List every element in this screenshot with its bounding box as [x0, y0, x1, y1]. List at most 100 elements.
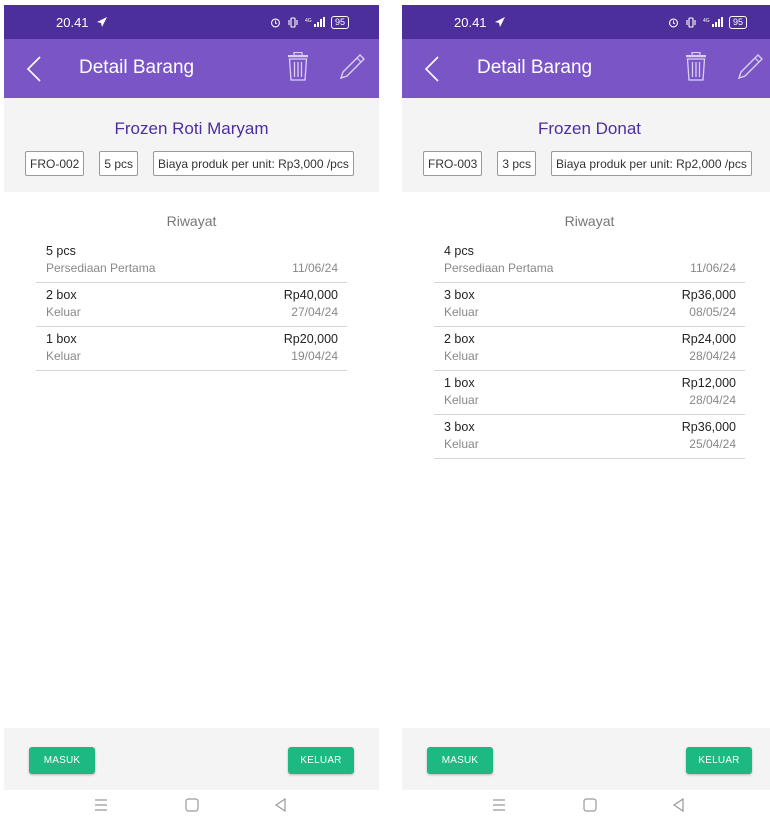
vibrate-icon	[686, 16, 696, 28]
history-kind: Persediaan Pertama	[444, 261, 554, 275]
history-amount: Rp20,000	[283, 332, 338, 346]
history-kind: Keluar	[444, 349, 479, 363]
product-name: Frozen Roti Maryam	[114, 119, 269, 138]
history-list: 5 pcs Persediaan Pertama 11/06/24 2 box …	[36, 239, 347, 371]
menu-lines-icon[interactable]	[488, 794, 510, 816]
product-name: Frozen Donat	[538, 119, 641, 138]
product-chips: FRO-003 3 pcs Biaya produk per unit: Rp2…	[423, 151, 752, 176]
history-qty: 3 box	[444, 420, 475, 434]
product-code-chip: FRO-002	[25, 151, 85, 176]
history-kind: Persediaan Pertama	[46, 261, 156, 275]
keluar-button[interactable]: KELUAR	[686, 747, 752, 774]
history-date: 11/06/24	[690, 261, 736, 275]
history-date: 19/04/24	[291, 349, 338, 363]
system-nav-bar	[402, 790, 770, 820]
alarm-icon	[668, 17, 678, 27]
history-title: Riwayat	[166, 213, 217, 229]
status-bar: 20.41 4G 95	[402, 5, 770, 39]
history-amount: Rp24,000	[681, 332, 736, 346]
history-qty: 4 pcs	[444, 244, 474, 258]
history-amount: Rp40,000	[283, 288, 338, 302]
square-home-icon[interactable]	[579, 794, 601, 816]
svg-text:4G: 4G	[305, 18, 312, 24]
history-row[interactable]: 4 pcs Persediaan Pertama 11/06/24	[434, 239, 745, 283]
history-row[interactable]: 1 box Rp20,000 Keluar 19/04/24	[36, 327, 347, 371]
history-row[interactable]: 3 box Rp36,000 Keluar 08/05/24	[434, 283, 745, 327]
history-amount: Rp12,000	[681, 376, 736, 390]
product-unit-cost-chip: Biaya produk per unit: Rp3,000 /pcs	[153, 151, 354, 176]
history-date: 11/06/24	[292, 261, 338, 275]
history-date: 28/04/24	[689, 393, 736, 407]
history-amount: Rp36,000	[681, 288, 736, 302]
status-time: 20.41	[56, 14, 89, 30]
signal-icon: 4G	[703, 16, 723, 27]
trash-icon[interactable]	[286, 52, 310, 82]
alarm-icon	[270, 17, 280, 27]
bottom-action-bar: MASUK KELUAR	[4, 728, 379, 790]
history-kind: Keluar	[444, 305, 479, 319]
history-date: 25/04/24	[689, 437, 736, 451]
svg-text:4G: 4G	[703, 18, 710, 24]
pencil-icon[interactable]	[736, 53, 764, 81]
history-title: Riwayat	[564, 213, 615, 229]
product-stock-chip: 3 pcs	[497, 151, 537, 176]
history-qty: 2 box	[444, 332, 475, 346]
history-date: 08/05/24	[689, 305, 736, 319]
trash-icon[interactable]	[684, 52, 708, 82]
history-row[interactable]: 2 box Rp40,000 Keluar 27/04/24	[36, 283, 347, 327]
send-arrow-icon	[494, 17, 505, 27]
history-kind: Keluar	[46, 349, 81, 363]
history-amount: Rp36,000	[681, 420, 736, 434]
product-header: Frozen Donat FRO-003 3 pcs Biaya produk …	[402, 98, 770, 192]
app-bar: Detail Barang	[402, 39, 770, 98]
history-row[interactable]: 2 box Rp24,000 Keluar 28/04/24	[434, 327, 745, 371]
vibrate-icon	[288, 16, 298, 28]
history-row[interactable]: 1 box Rp12,000 Keluar 28/04/24	[434, 371, 745, 415]
product-header: Frozen Roti Maryam FRO-002 5 pcs Biaya p…	[4, 98, 379, 192]
status-left: 20.41	[56, 15, 108, 30]
back-button[interactable]	[422, 55, 442, 83]
send-arrow-icon	[96, 17, 107, 27]
product-chips: FRO-002 5 pcs Biaya produk per unit: Rp3…	[25, 151, 354, 176]
square-home-icon[interactable]	[181, 794, 203, 816]
history-qty: 3 box	[444, 288, 475, 302]
status-right: 4G 95	[270, 15, 349, 29]
battery-icon: 95	[330, 15, 349, 29]
product-stock-chip: 5 pcs	[99, 151, 139, 176]
status-left: 20.41	[454, 15, 506, 30]
triangle-back-icon[interactable]	[668, 794, 690, 816]
history-date: 28/04/24	[689, 349, 736, 363]
product-code-chip: FRO-003	[423, 151, 483, 176]
history-qty: 1 box	[46, 332, 77, 346]
history-date: 27/04/24	[291, 305, 338, 319]
phone-screen-roti-maryam: 20.41 4G 95 Detail Barang Frozen Roti Ma…	[4, 5, 379, 820]
status-bar: 20.41 4G 95	[4, 5, 379, 39]
keluar-button[interactable]: KELUAR	[288, 747, 354, 774]
history-qty: 2 box	[46, 288, 77, 302]
history-list: 4 pcs Persediaan Pertama 11/06/24 3 box …	[434, 239, 745, 459]
pencil-icon[interactable]	[338, 53, 366, 81]
history-kind: Keluar	[444, 393, 479, 407]
page-title: Detail Barang	[477, 57, 593, 78]
status-right: 4G 95	[668, 15, 747, 29]
history-row[interactable]: 3 box Rp36,000 Keluar 25/04/24	[434, 415, 745, 459]
bottom-action-bar: MASUK KELUAR	[402, 728, 770, 790]
signal-icon: 4G	[305, 16, 325, 27]
history-qty: 1 box	[444, 376, 475, 390]
phone-screen-donat: 20.41 4G 95 Detail Barang Frozen Donat F…	[402, 5, 770, 820]
status-time: 20.41	[454, 14, 487, 30]
back-button[interactable]	[24, 55, 44, 83]
battery-icon: 95	[728, 15, 747, 29]
history-qty: 5 pcs	[46, 244, 76, 258]
product-unit-cost-chip: Biaya produk per unit: Rp2,000 /pcs	[551, 151, 752, 176]
system-nav-bar	[4, 790, 379, 820]
history-kind: Keluar	[46, 305, 81, 319]
page-title: Detail Barang	[79, 57, 195, 78]
app-bar: Detail Barang	[4, 39, 379, 98]
history-kind: Keluar	[444, 437, 479, 451]
masuk-button[interactable]: MASUK	[427, 747, 493, 774]
menu-lines-icon[interactable]	[90, 794, 112, 816]
masuk-button[interactable]: MASUK	[29, 747, 95, 774]
history-row[interactable]: 5 pcs Persediaan Pertama 11/06/24	[36, 239, 347, 283]
triangle-back-icon[interactable]	[270, 794, 292, 816]
